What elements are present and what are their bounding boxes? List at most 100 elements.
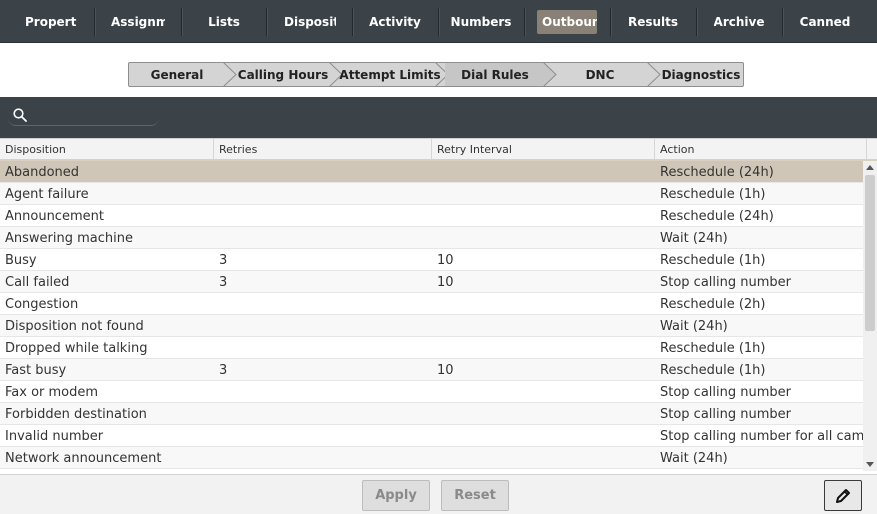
cell-action: Stop calling number for all campaigns <box>660 428 863 444</box>
column-header-retries[interactable]: Retries <box>214 139 432 160</box>
tab-results[interactable]: Results <box>612 0 694 43</box>
table-row[interactable]: Call failed 3 10 Stop calling number <box>0 271 863 293</box>
cell-retries: 3 <box>219 274 228 290</box>
cell-retry-interval <box>432 337 654 359</box>
cell-retry-interval <box>432 161 654 183</box>
table-row[interactable]: Fast busy 3 10 Reschedule (1h) <box>0 359 863 381</box>
cell-disposition: Agent failure <box>5 186 89 202</box>
table-row[interactable]: Agent failure Reschedule (1h) <box>0 183 863 205</box>
cell-retries <box>214 403 431 425</box>
cell-disposition: Abandoned <box>5 164 80 180</box>
cell-disposition: Fax or modem <box>5 384 99 400</box>
subtab-general[interactable]: General <box>129 63 225 86</box>
tab-properties[interactable]: Properties <box>8 0 94 43</box>
tab-separator <box>438 8 439 36</box>
scroll-up-icon[interactable] <box>866 165 874 170</box>
cell-retry-interval: 10 <box>437 274 454 290</box>
cell-retries <box>214 337 431 359</box>
tab-activity[interactable]: Activity <box>354 0 436 43</box>
column-header-action[interactable]: Action <box>655 139 867 160</box>
subtab-dnc[interactable]: DNC <box>557 63 643 86</box>
cell-retries <box>214 293 431 315</box>
cell-action: Reschedule (1h) <box>660 340 766 356</box>
scrollbar-thumb[interactable] <box>865 175 875 331</box>
scroll-down-icon[interactable] <box>866 462 874 467</box>
table-row[interactable]: Disposition not found Wait (24h) <box>0 315 863 337</box>
tab-assignments[interactable]: Assignments <box>96 0 180 43</box>
chevron-separator-icon <box>223 62 237 87</box>
subtab-diagnostics[interactable]: Diagnostics <box>659 63 743 86</box>
search-icon <box>13 108 27 122</box>
tab-dispositions[interactable]: Dispositions <box>268 0 352 43</box>
tab-separator <box>782 8 783 36</box>
cell-retry-interval <box>432 205 654 227</box>
table-row[interactable]: Forbidden destination Stop calling number <box>0 403 863 425</box>
table-row[interactable]: Abandoned Reschedule (24h) <box>0 161 863 183</box>
cell-action: Wait (24h) <box>660 318 728 334</box>
tab-label: Numbers <box>450 14 512 29</box>
cell-action: Reschedule (24h) <box>660 164 774 180</box>
cell-disposition: Call failed <box>5 274 70 290</box>
table-row[interactable]: Congestion Reschedule (2h) <box>0 293 863 315</box>
search-input[interactable] <box>34 106 154 125</box>
cell-disposition: Dropped while talking <box>5 340 148 356</box>
tab-lists[interactable]: Lists <box>183 0 265 43</box>
tab-outbound[interactable]: Outbound <box>526 0 608 43</box>
tab-label: Assignments <box>111 14 165 29</box>
cell-retries <box>214 183 431 205</box>
table-row[interactable]: Answering machine Wait (24h) <box>0 227 863 249</box>
table-row[interactable]: Busy 3 10 Reschedule (1h) <box>0 249 863 271</box>
cell-retry-interval <box>432 425 654 447</box>
tab-separator <box>610 8 611 36</box>
reset-button[interactable]: Reset <box>441 480 509 511</box>
cell-retries <box>214 205 431 227</box>
cell-action: Wait (24h) <box>660 230 728 246</box>
cell-action: Reschedule (24h) <box>660 208 774 224</box>
vertical-scrollbar[interactable] <box>863 161 877 471</box>
tab-separator <box>352 8 353 36</box>
table-row[interactable]: Dropped while talking Reschedule (1h) <box>0 337 863 359</box>
cell-disposition: Congestion <box>5 296 79 312</box>
table-row[interactable]: Announcement Reschedule (24h) <box>0 205 863 227</box>
cell-retry-interval <box>432 183 654 205</box>
cell-action: Reschedule (1h) <box>660 252 766 268</box>
cell-action: Stop calling number <box>660 274 791 290</box>
subtab-dial-rules[interactable]: Dial Rules <box>445 63 545 86</box>
tab-label: Archive <box>713 14 765 29</box>
subtab-label: General <box>150 67 204 82</box>
tab-separator <box>266 8 267 36</box>
cell-action: Reschedule (2h) <box>660 296 766 312</box>
edit-button[interactable] <box>824 480 862 511</box>
tab-label: Properties <box>25 14 77 29</box>
table-row[interactable]: Invalid number Stop calling number for al… <box>0 425 863 447</box>
subtab-calling-hours[interactable]: Calling Hours <box>237 63 329 86</box>
cell-retries: 3 <box>219 252 228 268</box>
cell-retry-interval <box>432 381 654 403</box>
tab-canned[interactable]: Canned <box>784 0 866 43</box>
cell-action: Stop calling number <box>660 406 791 422</box>
cell-retries <box>214 161 431 183</box>
column-header-disposition[interactable]: Disposition <box>0 139 214 160</box>
table-row[interactable]: Fax or modem Stop calling number <box>0 381 863 403</box>
cell-disposition: Disposition not found <box>5 318 144 334</box>
subtab-attempt-limits[interactable]: Attempt Limits <box>339 63 440 86</box>
cell-action: Wait (24h) <box>660 450 728 466</box>
apply-button[interactable]: Apply <box>362 480 430 511</box>
tab-archive[interactable]: Archive <box>698 0 780 43</box>
tab-label: Outbound <box>537 9 597 34</box>
sub-tab-bar: General Calling Hours Attempt Limits Dia… <box>128 62 744 87</box>
cell-action: Reschedule (1h) <box>660 362 766 378</box>
tab-separator <box>696 8 697 36</box>
tab-numbers[interactable]: Numbers <box>440 0 522 43</box>
cell-retry-interval <box>432 403 654 425</box>
table-header: Disposition Retries Retry Interval Actio… <box>0 138 877 161</box>
cell-retries <box>214 315 431 337</box>
tab-label: Dispositions <box>284 14 336 29</box>
cell-disposition: Announcement <box>5 208 104 224</box>
cell-disposition: Answering machine <box>5 230 133 246</box>
search-box <box>8 106 159 126</box>
cell-retries: 3 <box>219 362 228 378</box>
column-header-retry-interval[interactable]: Retry Interval <box>432 139 655 160</box>
table-row[interactable]: Network announcement Wait (24h) <box>0 447 863 469</box>
cell-disposition: Forbidden destination <box>5 406 147 422</box>
